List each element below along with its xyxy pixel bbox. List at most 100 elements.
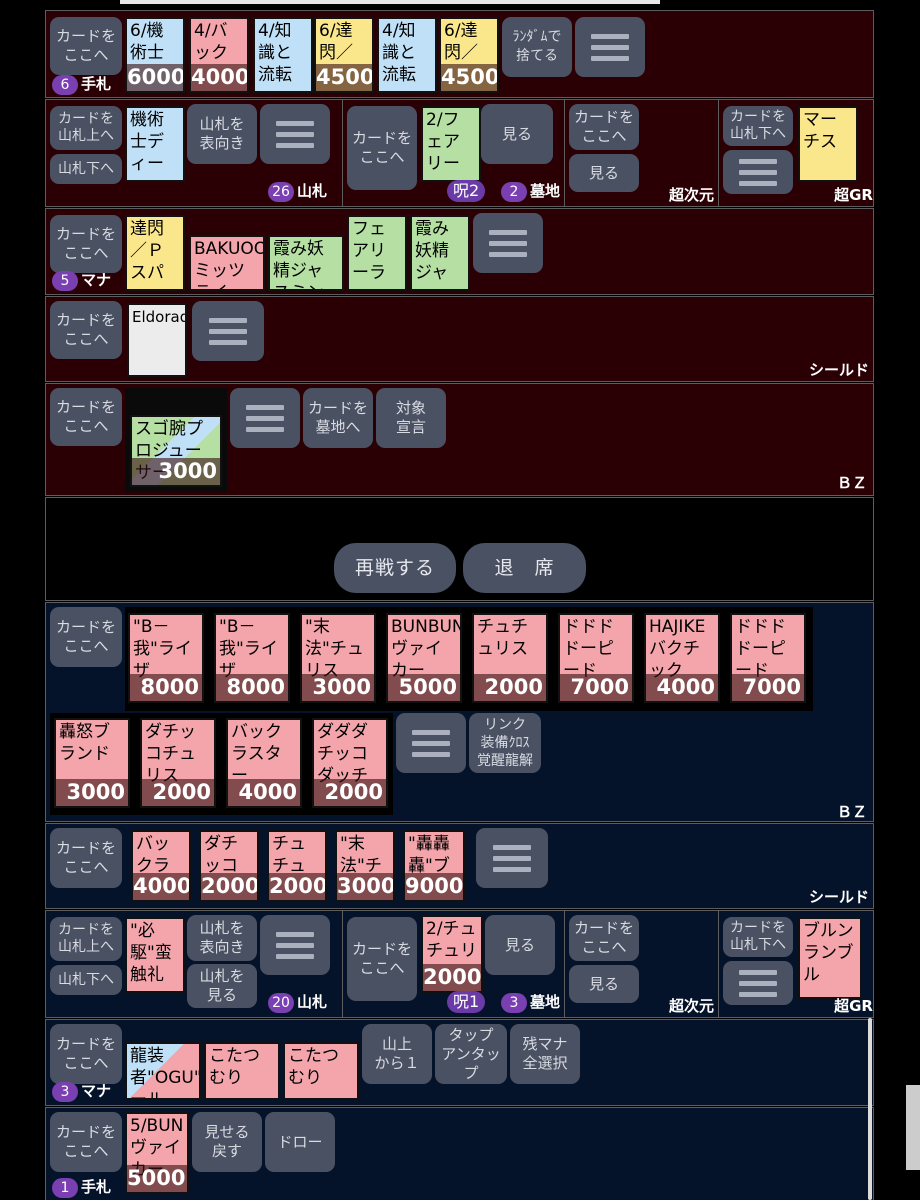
leave-button[interactable]: 退 席 [463, 543, 586, 593]
player-bz-card[interactable]: ドドド ドーピ ード 7000 [730, 613, 806, 703]
player-bz-card[interactable]: HAJIKE バクチ ック 4000 [644, 613, 720, 703]
opponent-deck-menu-button[interactable] [260, 104, 330, 164]
opponent-hand-card[interactable]: 6/達 閃／ 4500 [314, 17, 374, 93]
show-return-button[interactable]: 見せる 戻す [192, 1112, 262, 1172]
player-mana-here-button[interactable]: カードを ここへ [50, 1024, 122, 1084]
player-gr-top-card[interactable]: ブルン ランブ ル [798, 917, 862, 999]
opponent-graveyard-view-button[interactable]: 見る [481, 104, 553, 164]
card-name: 達閃 ／Ｐ スパ [130, 219, 164, 283]
card-name: 4/バ ック [194, 21, 228, 63]
player-mana-label: 3 マナ [52, 1080, 111, 1102]
player-bz-here-button[interactable]: カードを ここへ [50, 607, 122, 667]
player-deck-view-button[interactable]: 山札を 見る [187, 964, 257, 1008]
player-bz-card[interactable]: ドドド ドーピ ード 7000 [558, 613, 634, 703]
player-deck-menu-button[interactable] [260, 915, 330, 975]
opponent-mana-card[interactable]: 霞み 妖精 ジャ [410, 215, 470, 291]
opponent-hand-card[interactable]: 4/知 識と 流転 [253, 17, 313, 93]
opponent-bz-card[interactable]: スゴ腕プ ロジュー サー3000 [130, 415, 222, 487]
draw-button[interactable]: ドロー [265, 1112, 335, 1172]
rematch-button[interactable]: 再戦する [334, 543, 456, 593]
player-hyperspatial-here-button[interactable]: カードを ここへ [569, 915, 639, 961]
player-hand-card[interactable]: 5/BUN ヴァイ カー5000 [125, 1112, 189, 1194]
player-graveyard-top-card[interactable]: 2/チュ チュリ 2000 [421, 915, 483, 993]
opponent-shield-menu-button[interactable] [192, 301, 264, 361]
opponent-deck-face-up-button[interactable]: 山札を 表向き [187, 104, 257, 164]
player-mana-zone: カードを ここへ 龍装 者"OGU" ール こたつ むり こたつ むり 山上 か… [45, 1019, 874, 1106]
player-shield-card[interactable]: チュ チュ 2000 [267, 830, 327, 902]
player-deck-bottom-button[interactable]: 山札下へ [50, 965, 122, 995]
opponent-mana-card[interactable]: 霞み妖 精ジャ スミン [268, 235, 344, 291]
link-equip-cross-awaken-button[interactable]: リンク 装備ｸﾛｽ 覚醒龍解 [469, 713, 541, 773]
card-name: "末 法"チ [340, 834, 382, 876]
mana-from-deck-top-button[interactable]: 山上 から１ [362, 1024, 432, 1084]
opponent-gr-menu-button[interactable] [723, 150, 793, 194]
opponent-shield-here-button[interactable]: カードを ここへ [50, 301, 122, 359]
player-deck-top-card[interactable]: "必 駆"蛮 触礼 [125, 917, 185, 993]
card-name: ダダダ チッコ ダッチ [317, 722, 368, 786]
opponent-shield-card[interactable]: Eldorado [127, 303, 187, 377]
player-deck-top-button[interactable]: カードを 山札上へ [50, 917, 122, 961]
opponent-hyperspatial-view-button[interactable]: 見る [569, 154, 639, 192]
tap-untap-button[interactable]: タップ アンタップ [435, 1024, 507, 1084]
select-remaining-mana-button[interactable]: 残マナ 全選択 [510, 1024, 580, 1084]
player-bz-card[interactable]: バック ラスタ ー 4000 [226, 718, 302, 808]
opponent-hand-card[interactable]: 4/バ ック 4000 [189, 17, 249, 93]
opponent-hand-card[interactable]: 4/知 識と 流転 [377, 17, 437, 93]
player-bz-menu-button[interactable] [396, 713, 466, 773]
opponent-deck-top-card[interactable]: 機術 士デ ィー [125, 106, 185, 182]
send-to-graveyard-button[interactable]: カードを 墓地へ [303, 388, 373, 448]
player-curse-badge: 呪1 [447, 991, 486, 1013]
scrollbar[interactable] [868, 1018, 872, 1200]
opponent-gr-bottom-button[interactable]: カードを 山札下へ [723, 106, 793, 146]
card-name: 4/知 識と 流転 [258, 21, 292, 85]
opponent-mana-menu-button[interactable] [473, 213, 543, 273]
opponent-mana-card[interactable]: BAKUOO ミッツ ライ [189, 235, 265, 291]
opponent-graveyard-here-button[interactable]: カードを ここへ [347, 106, 417, 190]
player-bz-card[interactable]: 轟怒ブ ランド 3000 [54, 718, 130, 808]
opponent-deck-bottom-button[interactable]: 山札下へ [50, 154, 122, 184]
player-shield-card[interactable]: ダチ ッコ 2000 [199, 830, 259, 902]
random-discard-button[interactable]: ﾗﾝﾀﾞﾑで 捨てる [502, 17, 572, 77]
player-mana-card[interactable]: 龍装 者"OGU" ール [125, 1042, 201, 1100]
player-mana-card[interactable]: こたつ むり [204, 1042, 280, 1100]
player-deck-face-up-button[interactable]: 山札を 表向き [187, 915, 257, 961]
opponent-mana-card[interactable]: 達閃 ／Ｐ スパ [125, 215, 185, 291]
player-bz-card[interactable]: "末 法"チュ リス 3000 [300, 613, 376, 703]
player-mana-card[interactable]: こたつ むり [283, 1042, 359, 1100]
player-shield-card[interactable]: "末 法"チ 3000 [335, 830, 395, 902]
player-shield-menu-button[interactable] [476, 828, 548, 888]
opponent-gr-top-card[interactable]: マー チス [798, 106, 858, 182]
opponent-deck-top-button[interactable]: カードを 山札上へ [50, 106, 122, 150]
opponent-hand-menu-button[interactable] [575, 17, 645, 77]
opponent-mana-here-button[interactable]: カードを ここへ [50, 215, 122, 273]
player-shield-here-button[interactable]: カードを ここへ [50, 828, 122, 888]
player-bz-card[interactable]: チュチ ュリス 2000 [472, 613, 548, 703]
player-hyperspatial-view-button[interactable]: 見る [569, 965, 639, 1003]
player-gr-menu-button[interactable] [723, 961, 793, 1005]
player-gr-bottom-button[interactable]: カードを 山札下へ [723, 917, 793, 957]
player-hand-here-button[interactable]: カードを ここへ [50, 1112, 122, 1172]
card-power: 8000 [216, 674, 288, 701]
opponent-bz-menu-button[interactable] [230, 388, 300, 448]
opponent-hand-here-button[interactable]: カードを ここへ [50, 17, 122, 75]
player-bz-card[interactable]: BUNBUN ヴァイ カー 5000 [386, 613, 462, 703]
player-shield-card[interactable]: バッ クラ 4000 [131, 830, 191, 902]
opponent-hand-card[interactable]: 6/機 術士 6000 [125, 17, 185, 93]
edge-handle [906, 1085, 920, 1170]
player-bz-card[interactable]: "B－ 我"ライ ザ 8000 [128, 613, 204, 703]
card-power: 2000 [201, 873, 259, 900]
opponent-hyperspatial-here-button[interactable]: カードを ここへ [569, 104, 639, 150]
opponent-mana-card[interactable]: フェ アリ ーラ [347, 215, 407, 291]
player-graveyard-view-button[interactable]: 見る [485, 915, 555, 975]
player-bz-card[interactable]: "B－ 我"ライ ザ 8000 [214, 613, 290, 703]
opponent-graveyard-top-card[interactable]: 2/フ ェア リー [421, 106, 481, 182]
player-bz-card[interactable]: ダチッ コチュ リス 2000 [140, 718, 216, 808]
card-power: 4500 [441, 64, 499, 91]
player-shield-card[interactable]: "轟轟 轟"ブ 9000 [403, 830, 465, 902]
player-graveyard-here-button[interactable]: カードを ここへ [347, 917, 417, 1001]
opponent-hand-card[interactable]: 6/達 閃／ 4500 [439, 17, 499, 93]
opponent-bz-here-button[interactable]: カードを ここへ [50, 388, 122, 446]
opponent-graveyard-label: 2 墓地 [501, 180, 560, 202]
player-bz-card[interactable]: ダダダ チッコ ダッチ 2000 [312, 718, 388, 808]
declare-target-button[interactable]: 対象 宣言 [376, 388, 446, 448]
